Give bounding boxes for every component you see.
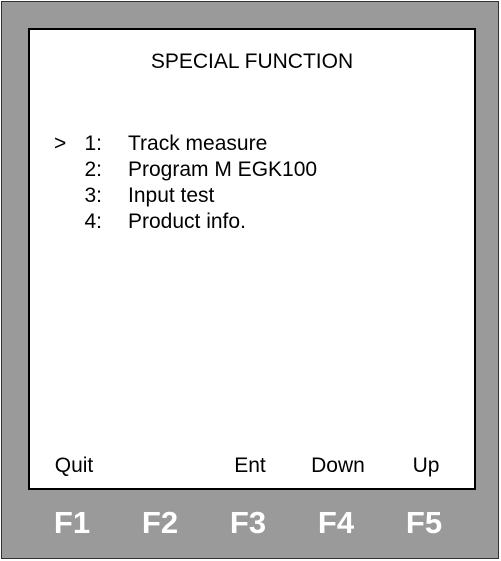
f5-key[interactable]: F5 xyxy=(384,499,464,547)
device-panel: SPECIAL FUNCTION > 1: Track measure 2: P… xyxy=(1,1,499,559)
menu-item-number: 4: xyxy=(84,210,102,233)
menu-item-label: Input test xyxy=(128,184,215,207)
softkey-label-quit: Quit xyxy=(54,454,94,477)
softkey-labels: Quit Ent Down Up xyxy=(30,453,474,479)
softkey-label-ent: Ent xyxy=(234,454,266,477)
f2-key[interactable]: F2 xyxy=(120,499,200,547)
menu-item-number: 3: xyxy=(84,184,102,207)
softkey-label-down: Down xyxy=(311,454,365,477)
f4-key[interactable]: F4 xyxy=(296,499,376,547)
f1-key[interactable]: F1 xyxy=(32,499,112,547)
f3-key[interactable]: F3 xyxy=(208,499,288,547)
menu-item-number: 1: xyxy=(84,132,102,155)
lcd-screen: SPECIAL FUNCTION > 1: Track measure 2: P… xyxy=(28,28,476,490)
menu-item-number: 2: xyxy=(84,158,102,181)
softkey-label-up: Up xyxy=(412,454,440,477)
function-key-row: F1 F2 F3 F4 F5 xyxy=(28,499,476,547)
menu-item-label: Product info. xyxy=(128,210,246,233)
screen-title: SPECIAL FUNCTION xyxy=(150,50,354,73)
menu-item-label: Program M EGK100 xyxy=(128,158,318,181)
menu-item-label: Track measure xyxy=(128,132,268,155)
selection-cursor: > xyxy=(54,132,67,155)
